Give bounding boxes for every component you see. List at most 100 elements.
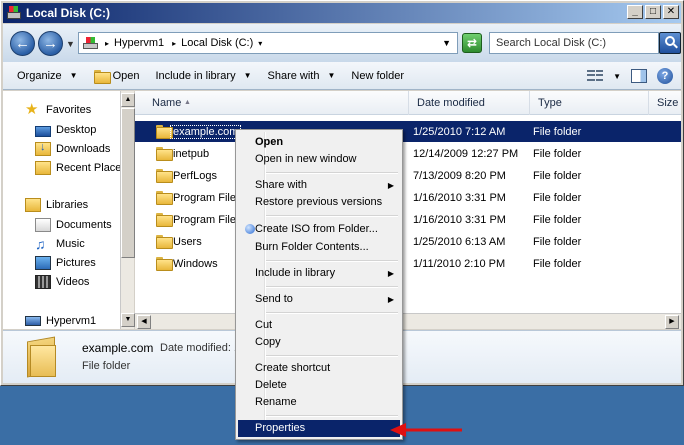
new-folder-button[interactable]: New folder [343, 62, 412, 89]
address-history-dropdown-icon[interactable]: ▼ [442, 38, 451, 48]
organize-button[interactable]: Organize ▼ [3, 62, 86, 89]
menu-item-open[interactable]: Open [238, 134, 400, 151]
command-bar: Organize ▼ Open Include in library ▼ Share… [3, 62, 681, 90]
back-button[interactable]: ← [10, 31, 35, 56]
menu-item-burn-folder[interactable]: Burn Folder Contents... [238, 239, 400, 256]
file-row[interactable]: Windows 1/11/2010 2:10 PM File folder [135, 253, 681, 274]
nav-libraries[interactable]: Libraries [25, 196, 88, 214]
desktop-icon [35, 125, 51, 137]
details-item-name: example.com [82, 341, 154, 355]
recent-places-icon [35, 161, 51, 175]
nav-videos[interactable]: Videos [35, 273, 89, 291]
scroll-down-icon[interactable]: ▼ [121, 313, 135, 327]
menu-separator [266, 260, 398, 262]
submenu-arrow-icon: ▶ [387, 295, 394, 304]
videos-icon [35, 275, 51, 289]
menu-item-create-iso[interactable]: Create ISO from Folder... [238, 221, 400, 238]
music-icon: ♫ [35, 236, 46, 252]
menu-separator [266, 415, 398, 417]
menu-item-create-shortcut[interactable]: Create shortcut [238, 360, 400, 377]
menu-item-restore-previous-versions[interactable]: Restore previous versions [238, 194, 400, 211]
menu-item-share-with[interactable]: Share with ▶ [238, 177, 400, 194]
details-date-modified: Date modified: 1 [160, 342, 240, 354]
menu-separator [266, 286, 398, 288]
menu-item-rename[interactable]: Rename [238, 394, 400, 411]
folder-icon [93, 69, 111, 84]
menu-separator [266, 215, 398, 217]
file-row[interactable]: inetpub 12/14/2009 12:27 PM File folder [135, 143, 681, 164]
breadcrumb-drive[interactable]: ▸ Local Disk (C:) ▾ [172, 37, 262, 49]
chevron-down-icon: ▼ [69, 71, 78, 80]
menu-item-properties[interactable]: Properties [238, 420, 400, 437]
column-size[interactable]: Size [649, 91, 681, 115]
minimize-button[interactable]: _ [627, 5, 643, 19]
change-view-icon[interactable] [587, 70, 604, 82]
menu-separator [266, 172, 398, 174]
context-menu: Open Open in new window Share with ▶ Rest… [235, 129, 403, 440]
menu-separator [266, 355, 398, 357]
menu-item-delete[interactable]: Delete [238, 377, 400, 394]
chevron-down-icon: ▼ [327, 71, 336, 80]
file-row[interactable]: example.com 1/25/2010 7:12 AM File folde… [135, 121, 681, 142]
scroll-right-icon[interactable]: ▶ [665, 315, 679, 329]
column-date-modified[interactable]: Date modified [409, 91, 530, 115]
nav-pictures[interactable]: Pictures [35, 254, 96, 272]
documents-icon [35, 218, 51, 232]
nav-favorites[interactable]: ★ Favorites [25, 101, 91, 119]
close-button[interactable]: ✕ [663, 5, 679, 19]
column-headers: Name ▲ Date modified Type Size [135, 91, 681, 115]
search-input[interactable]: Search Local Disk (C:) [489, 32, 659, 54]
folder-icon [156, 169, 173, 183]
menu-item-copy[interactable]: Copy [238, 334, 400, 351]
view-options-dropdown-icon[interactable]: ▼ [613, 72, 621, 81]
address-bar[interactable]: ▸ Hypervm1 ▸ Local Disk (C:) ▾ ▼ [78, 32, 458, 54]
title-bar: Local Disk (C:) _ □ ✕ [3, 3, 681, 23]
column-type[interactable]: Type [530, 91, 649, 115]
file-row[interactable]: PerfLogs 7/13/2009 8:20 PM File folder [135, 165, 681, 186]
menu-item-include-in-library[interactable]: Include in library ▶ [238, 265, 400, 282]
maximize-button[interactable]: □ [645, 5, 661, 19]
menu-item-cut[interactable]: Cut [238, 317, 400, 334]
computer-icon [25, 316, 41, 326]
folder-icon [156, 125, 173, 139]
nav-documents[interactable]: Documents [35, 216, 112, 234]
recent-pages-dropdown-icon[interactable]: ▼ [66, 39, 75, 49]
menu-item-open-new-window[interactable]: Open in new window [238, 151, 400, 168]
nav-scroll-thumb[interactable] [121, 108, 135, 258]
menu-item-send-to[interactable]: Send to ▶ [238, 291, 400, 308]
include-in-library-button[interactable]: Include in library ▼ [147, 62, 259, 89]
share-with-button[interactable]: Share with ▼ [260, 62, 344, 89]
forward-button[interactable]: → [38, 31, 63, 56]
preview-pane-icon[interactable] [631, 69, 647, 83]
scroll-left-icon[interactable]: ◀ [137, 315, 151, 329]
file-row[interactable]: Users 1/25/2010 6:13 AM File folder [135, 231, 681, 252]
nav-music[interactable]: ♫ Music [35, 235, 85, 253]
nav-recent-places[interactable]: Recent Place [35, 159, 121, 177]
scroll-up-icon[interactable]: ▲ [121, 93, 135, 107]
navigation-pane: ★Favorites Desktop Downloads Recent Plac… [3, 91, 121, 329]
column-name[interactable]: Name ▲ [135, 91, 409, 115]
chevron-down-icon: ▼ [243, 71, 252, 80]
file-list-horizontal-scrollbar[interactable]: ◀ ▶ [135, 313, 681, 329]
nav-desktop[interactable]: Desktop [35, 121, 96, 139]
file-row[interactable]: Program Files 1/16/2010 3:31 PM File fol… [135, 187, 681, 208]
search-button[interactable] [659, 32, 681, 54]
refresh-button[interactable]: ⇄ [462, 33, 482, 53]
nav-scrollbar[interactable]: ▲ ▼ [120, 91, 135, 329]
sort-ascending-icon: ▲ [184, 99, 191, 106]
folder-icon [27, 336, 57, 378]
libraries-icon [25, 198, 41, 212]
help-icon[interactable]: ? [657, 68, 673, 84]
folder-icon [156, 213, 173, 227]
window-title: Local Disk (C:) [26, 6, 111, 20]
folder-icon [156, 257, 173, 271]
folder-icon [156, 147, 173, 161]
file-row[interactable]: Program Files 1/16/2010 3:31 PM File fol… [135, 209, 681, 230]
nav-downloads[interactable]: Downloads [35, 140, 110, 158]
nav-computer[interactable]: Hypervm1 [25, 312, 96, 329]
open-button[interactable]: Open [86, 62, 148, 89]
drive-icon [83, 36, 99, 50]
breadcrumb-computer[interactable]: ▸ Hypervm1 [105, 37, 164, 49]
submenu-arrow-icon: ▶ [387, 181, 394, 190]
folder-icon [156, 235, 173, 249]
